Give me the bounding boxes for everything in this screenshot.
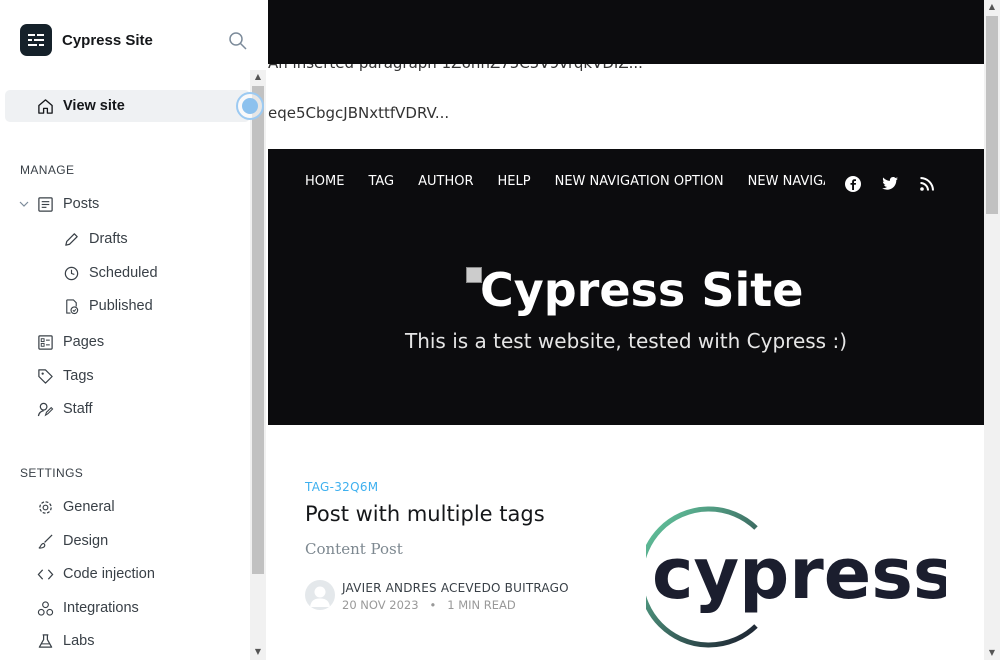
site-nav: HOME TAG AUTHOR HELP NEW NAVIGATION OPTI… (305, 174, 825, 189)
sidebar-item-staff[interactable]: Staff (36, 394, 93, 424)
post-excerpt: Content Post (305, 540, 403, 558)
preview-scrollbar-thumb[interactable] (986, 16, 998, 214)
home-icon (36, 97, 54, 115)
sidebar-item-labs-label: Labs (63, 633, 95, 649)
meta-separator: • (422, 598, 444, 612)
sidebar-item-code-injection[interactable]: Code injection (36, 559, 155, 589)
flask-icon (36, 632, 54, 650)
sidebar-item-pages-label: Pages (63, 334, 105, 350)
nav-item-help[interactable]: HELP (498, 174, 531, 189)
chevron-down-icon[interactable] (18, 195, 30, 213)
published-doc-icon (62, 297, 80, 315)
site-logo-icon (20, 24, 52, 56)
sidebar-scrollbar-thumb[interactable] (252, 86, 264, 574)
sidebar-menu: View site MANAGE Posts Drafts Scheduled (0, 70, 250, 660)
sidebar-item-code-injection-label: Code injection (63, 566, 155, 582)
site-header: HOME TAG AUTHOR HELP NEW NAVIGATION OPTI… (268, 149, 984, 425)
site-description: This is a test website, tested with Cypr… (404, 329, 847, 353)
clock-icon (62, 264, 80, 282)
inserted-paragraph-2: eqe5CbgcJBNxttfVDRV... (268, 104, 450, 122)
site-title-link[interactable]: Cypress Site (466, 265, 803, 319)
pages-icon (36, 333, 54, 351)
sidebar-scroll-up-arrow[interactable]: ▲ (250, 70, 266, 84)
post-title[interactable]: Post with multiple tags (305, 502, 545, 526)
manage-section-title: MANAGE (20, 163, 75, 177)
site-preview: An inserted paragraph 1Z6hhZ75C5V9vrqkVD… (268, 0, 984, 660)
sidebar-item-drafts-label: Drafts (89, 231, 128, 247)
preview-scroll-up-arrow[interactable]: ▲ (984, 0, 1000, 14)
nav-item-new-navigat[interactable]: NEW NAVIGAT (748, 174, 825, 189)
sidebar-item-staff-label: Staff (63, 401, 93, 417)
post-feature-image[interactable]: cypress (638, 476, 955, 660)
sidebar-item-labs[interactable]: Labs (36, 626, 94, 656)
preview-scroll-down-arrow[interactable]: ▼ (984, 646, 1000, 660)
facebook-icon[interactable] (844, 175, 862, 193)
code-icon (36, 565, 54, 583)
nav-item-home[interactable]: HOME (305, 174, 344, 189)
gear-icon (36, 498, 54, 516)
post-tag[interactable]: TAG-32Q6M (305, 480, 378, 494)
pencil-icon (62, 230, 80, 248)
post-meta: 20 NOV 2023 • 1 MIN READ (342, 598, 516, 612)
view-site-link[interactable]: View site (5, 90, 250, 122)
sidebar-item-posts[interactable]: Posts (18, 189, 99, 219)
tag-icon (36, 367, 54, 385)
posts-icon (36, 195, 54, 213)
sidebar-item-design[interactable]: Design (36, 526, 108, 556)
sidebar-item-tags[interactable]: Tags (36, 361, 94, 391)
sidebar-item-integrations[interactable]: Integrations (36, 593, 139, 623)
search-icon[interactable] (228, 31, 248, 51)
rss-icon[interactable] (918, 175, 936, 193)
integrations-icon (36, 599, 54, 617)
post-reading-time: 1 MIN READ (447, 598, 516, 612)
settings-section-title: SETTINGS (20, 466, 84, 480)
sidebar-item-drafts[interactable]: Drafts (62, 224, 128, 254)
site-title: Cypress Site (480, 265, 804, 317)
site-name: Cypress Site (62, 31, 153, 49)
sidebar-item-published[interactable]: Published (62, 291, 153, 321)
brush-icon (36, 532, 54, 550)
sidebar-item-design-label: Design (63, 533, 109, 549)
cypress-logo-text: cypress (652, 533, 946, 615)
twitter-icon[interactable] (881, 175, 899, 193)
top-dark-block (268, 0, 984, 64)
sidebar-item-published-label: Published (89, 298, 153, 314)
nav-item-new-navigation-option[interactable]: NEW NAVIGATION OPTION (555, 174, 724, 189)
sidebar-item-pages[interactable]: Pages (36, 327, 104, 357)
sidebar-item-integrations-label: Integrations (63, 600, 139, 616)
post-date: 20 NOV 2023 (342, 598, 419, 612)
author-avatar[interactable] (305, 580, 335, 610)
sidebar-item-tags-label: Tags (63, 368, 94, 384)
cursor-indicator (236, 92, 264, 120)
site-brand[interactable]: Cypress Site (20, 24, 153, 56)
staff-icon (36, 400, 54, 418)
view-site-label: View site (63, 98, 125, 114)
sidebar-item-posts-label: Posts (63, 196, 100, 212)
sidebar-scroll-down-arrow[interactable]: ▼ (250, 645, 266, 659)
sidebar-item-general[interactable]: General (36, 492, 115, 522)
nav-item-tag[interactable]: TAG (368, 174, 394, 189)
post-author[interactable]: JAVIER ANDRES ACEVEDO BUITRAGO (342, 581, 569, 595)
sidebar-item-scheduled-label: Scheduled (89, 265, 158, 281)
sidebar-item-general-label: General (63, 499, 115, 515)
sidebar-item-scheduled[interactable]: Scheduled (62, 258, 158, 288)
nav-item-author[interactable]: AUTHOR (418, 174, 473, 189)
admin-sidebar: Cypress Site View site MANAGE Posts Draf (0, 0, 268, 660)
